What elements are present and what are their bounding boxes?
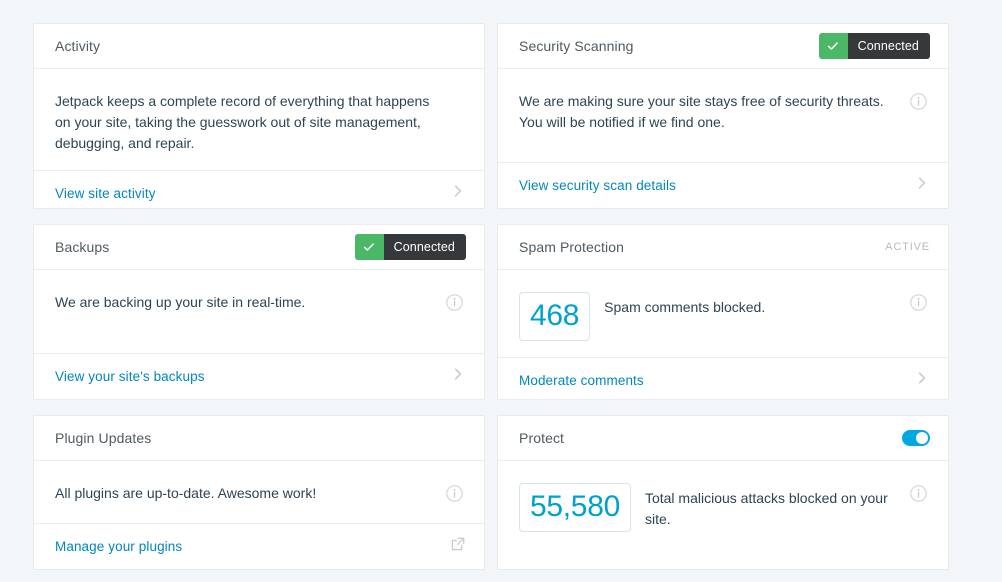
card-header-spam-protection: Spam Protection ACTIVE bbox=[498, 225, 948, 270]
stat-group-spam-protection: 468 Spam comments blocked. bbox=[519, 292, 896, 341]
card-footer-backups[interactable]: View your site's backups bbox=[34, 353, 484, 399]
link-view-your-sites-backups[interactable]: View your site's backups bbox=[55, 369, 205, 384]
card-body-protect: 55,580 Total malicious attacks blocked o… bbox=[498, 461, 948, 569]
card-activity: Activity Jetpack keeps a complete record… bbox=[33, 23, 485, 209]
status-badge-label-backups: Connected bbox=[383, 234, 466, 260]
stat-value-spam-blocked: 468 bbox=[519, 292, 591, 341]
card-spam-protection: Spam Protection ACTIVE 468 Spam comments… bbox=[497, 224, 949, 400]
card-header-security-scanning: Security Scanning Connected bbox=[498, 24, 948, 69]
info-icon[interactable] bbox=[446, 294, 463, 311]
status-badge-label-security: Connected bbox=[847, 33, 930, 59]
chevron-right-icon[interactable] bbox=[450, 183, 466, 204]
checkmark-icon bbox=[818, 33, 848, 59]
card-title-plugin-updates: Plugin Updates bbox=[55, 430, 152, 446]
external-link-icon[interactable] bbox=[450, 536, 466, 557]
stat-group-protect: 55,580 Total malicious attacks blocked o… bbox=[519, 483, 896, 532]
card-protect: Protect 55,580 Total malicious attacks b… bbox=[497, 415, 949, 570]
link-manage-your-plugins[interactable]: Manage your plugins bbox=[55, 539, 182, 554]
status-badge-spam-protection: ACTIVE bbox=[885, 241, 930, 253]
card-backups: Backups Connected We are backing up your… bbox=[33, 224, 485, 400]
card-grid: Activity Jetpack keeps a complete record… bbox=[33, 23, 969, 570]
info-icon[interactable] bbox=[910, 294, 927, 311]
card-title-spam-protection: Spam Protection bbox=[519, 239, 624, 255]
card-body-backups: We are backing up your site in real-time… bbox=[34, 270, 484, 353]
card-plugin-updates: Plugin Updates All plugins are up-to-dat… bbox=[33, 415, 485, 570]
card-footer-activity[interactable]: View site activity bbox=[34, 170, 484, 216]
card-description-activity: Jetpack keeps a complete record of every… bbox=[55, 93, 430, 151]
card-description-security-scanning: We are making sure your site stays free … bbox=[519, 93, 884, 130]
card-title-protect: Protect bbox=[519, 430, 565, 446]
status-badge-connected-backups: Connected bbox=[354, 234, 466, 260]
link-view-security-scan-details[interactable]: View security scan details bbox=[519, 178, 676, 193]
card-body-spam-protection: 468 Spam comments blocked. bbox=[498, 270, 948, 357]
card-body-plugin-updates: All plugins are up-to-date. Awesome work… bbox=[34, 461, 484, 523]
card-title-backups: Backups bbox=[55, 239, 110, 255]
card-header-backups: Backups Connected bbox=[34, 225, 484, 270]
chevron-right-icon[interactable] bbox=[914, 175, 930, 196]
card-footer-security-scanning[interactable]: View security scan details bbox=[498, 162, 948, 208]
status-badge-connected-security: Connected bbox=[818, 33, 930, 59]
protect-toggle-switch[interactable] bbox=[902, 430, 930, 446]
toggle-knob bbox=[916, 432, 928, 444]
card-header-protect: Protect bbox=[498, 416, 948, 461]
card-header-plugin-updates: Plugin Updates bbox=[34, 416, 484, 461]
card-description-plugin-updates: All plugins are up-to-date. Awesome work… bbox=[55, 485, 317, 501]
card-description-backups: We are backing up your site in real-time… bbox=[55, 294, 306, 310]
card-footer-spam-protection[interactable]: Moderate comments bbox=[498, 357, 948, 403]
stat-caption-attacks-blocked: Total malicious attacks blocked on your … bbox=[644, 490, 888, 527]
link-view-site-activity[interactable]: View site activity bbox=[55, 186, 156, 201]
info-icon[interactable] bbox=[446, 485, 463, 502]
info-icon[interactable] bbox=[910, 93, 927, 110]
card-header-activity: Activity bbox=[34, 24, 484, 69]
card-security-scanning: Security Scanning Connected We are makin… bbox=[497, 23, 949, 209]
chevron-right-icon[interactable] bbox=[914, 370, 930, 391]
info-icon[interactable] bbox=[910, 485, 927, 502]
stat-value-attacks-blocked: 55,580 bbox=[519, 483, 631, 532]
card-title-security-scanning: Security Scanning bbox=[519, 38, 634, 54]
chevron-right-icon[interactable] bbox=[450, 366, 466, 387]
card-title-activity: Activity bbox=[55, 38, 101, 54]
card-footer-plugin-updates[interactable]: Manage your plugins bbox=[34, 523, 484, 569]
card-body-activity: Jetpack keeps a complete record of every… bbox=[34, 69, 484, 170]
stat-caption-spam-blocked: Spam comments blocked. bbox=[604, 299, 766, 315]
dashboard-board: Activity Jetpack keeps a complete record… bbox=[0, 0, 1002, 582]
checkmark-icon bbox=[354, 234, 384, 260]
card-body-security-scanning: We are making sure your site stays free … bbox=[498, 69, 948, 162]
link-moderate-comments[interactable]: Moderate comments bbox=[519, 373, 644, 388]
